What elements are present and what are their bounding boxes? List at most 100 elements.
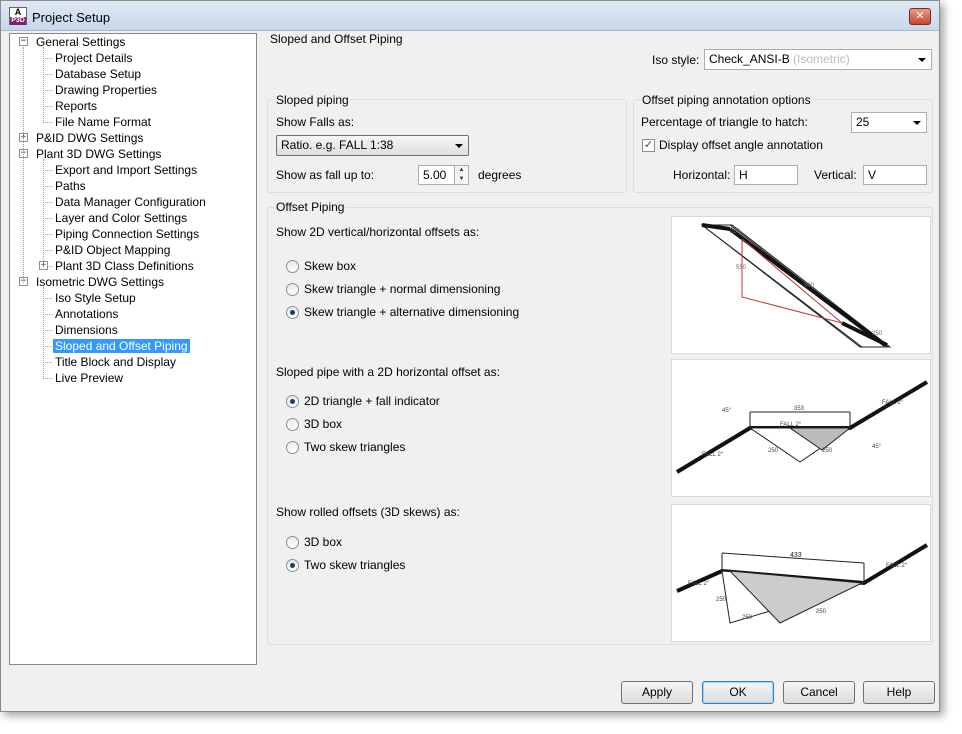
tree-item[interactable]: Sloped and Offset Piping: [53, 338, 190, 354]
section1-label: Show 2D vertical/horizontal offsets as:: [276, 225, 480, 239]
tree-item[interactable]: Paths: [53, 178, 88, 194]
tree-item[interactable]: Dimensions: [53, 322, 120, 338]
spin-up-icon[interactable]: ▲: [455, 166, 468, 175]
preview3-label: 250: [716, 597, 727, 603]
preview1-label: 500: [804, 283, 815, 289]
tree-connector: [43, 122, 52, 123]
radio-button[interactable]: [286, 395, 299, 408]
radio-label[interactable]: 3D box: [304, 535, 342, 549]
radio-button[interactable]: [286, 260, 299, 273]
tree-connector: [43, 287, 44, 379]
preview2-label: 250: [822, 448, 833, 454]
tree-item[interactable]: Title Block and Display: [53, 354, 178, 370]
preview3-label: FALL 2°: [886, 563, 908, 569]
spin-down-icon[interactable]: ▼: [455, 175, 468, 184]
window-title: Project Setup: [32, 10, 111, 25]
tree-item[interactable]: Layer and Color Settings: [53, 210, 189, 226]
tree-connector: [43, 74, 52, 75]
preview2-label: FALL 2°: [882, 400, 904, 406]
tree-item[interactable]: Iso Style Setup: [53, 290, 138, 306]
settings-tree[interactable]: General Settings − Project Details Database…: [9, 33, 257, 665]
tree-item[interactable]: Annotations: [53, 306, 120, 322]
fall-up-input[interactable]: 5.00: [418, 165, 456, 185]
preview-2d-triangle: 45° 353 FALL 2° FALL 2° FALL 2° 250 250 …: [671, 359, 931, 497]
tree-connector: [43, 218, 52, 219]
tree-item-label: Title Block and Display: [55, 355, 176, 369]
chevron-down-icon: [455, 144, 463, 148]
hatch-percent-dropdown[interactable]: 25: [851, 112, 927, 133]
tree-item[interactable]: P&ID DWG Settings: [34, 130, 145, 146]
tree-item[interactable]: Project Details: [53, 50, 134, 66]
preview-skew-triangle: 250 550 500 250: [671, 216, 931, 354]
tree-item-label: Reports: [55, 99, 98, 113]
display-angle-checkbox[interactable]: ✓: [642, 139, 655, 152]
tree-item[interactable]: Export and Import Settings: [53, 162, 199, 178]
tree-item-label: Piping Connection Settings: [55, 227, 200, 241]
cancel-button[interactable]: Cancel: [783, 681, 855, 704]
show-falls-dropdown[interactable]: Ratio. e.g. FALL 1:38: [276, 135, 469, 156]
tree-connector: [43, 378, 52, 379]
tree-item[interactable]: Data Manager Configuration: [53, 194, 208, 210]
tree-connector: [43, 362, 52, 363]
radio-button[interactable]: [286, 559, 299, 572]
hatch-percent-label: Percentage of triangle to hatch:: [641, 115, 808, 129]
section3-label: Show rolled offsets (3D skews) as:: [276, 505, 460, 519]
tree-item[interactable]: Live Preview: [53, 370, 125, 386]
radio-button[interactable]: [286, 283, 299, 296]
radio-button[interactable]: [286, 306, 299, 319]
preview2-label: 45°: [722, 408, 732, 414]
tree-item-label: Live Preview: [55, 371, 124, 385]
close-x-icon[interactable]: ✕: [909, 8, 931, 25]
project-setup-dialog: A P3D Project Setup ✕ General Settings − Pr…: [0, 0, 940, 712]
iso-style-dropdown[interactable]: Check_ANSI-B (Isometric): [704, 49, 932, 70]
tree-item[interactable]: Piping Connection Settings: [53, 226, 201, 242]
tree-connector: [43, 159, 44, 267]
tree-item[interactable]: Drawing Properties: [53, 82, 159, 98]
tree-item[interactable]: File Name Format: [53, 114, 153, 130]
help-button[interactable]: Help: [863, 681, 935, 704]
collapse-minus-icon[interactable]: −: [19, 37, 28, 46]
radio-label[interactable]: Two skew triangles: [304, 558, 405, 572]
tree-item[interactable]: Reports: [53, 98, 99, 114]
tree-connector: [23, 47, 24, 283]
tree-connector: [43, 47, 44, 123]
tree-item[interactable]: P&ID Object Mapping: [53, 242, 172, 258]
show-falls-label: Show Falls as:: [276, 115, 355, 129]
radio-button[interactable]: [286, 418, 299, 431]
preview3-label: 433: [790, 552, 802, 559]
tree-connector: [43, 186, 52, 187]
radio-label[interactable]: 2D triangle + fall indicator: [304, 394, 440, 408]
tree-connector: [43, 250, 52, 251]
ok-button[interactable]: OK: [702, 681, 774, 704]
offset-piping-title: Offset Piping: [275, 200, 346, 214]
tree-item[interactable]: Plant 3D DWG Settings: [34, 146, 163, 162]
hatch-percent-value: 25: [856, 115, 870, 129]
tree-connector: [43, 234, 52, 235]
radio-label[interactable]: Skew triangle + normal dimensioning: [304, 282, 500, 296]
horizontal-input[interactable]: H: [734, 165, 798, 185]
tree-connector: [43, 330, 52, 331]
chevron-down-icon: [918, 58, 926, 62]
radio-button[interactable]: [286, 441, 299, 454]
horizontal-label: Horizontal:: [673, 168, 731, 182]
tree-item-label: General Settings: [36, 35, 126, 49]
apply-button[interactable]: Apply: [621, 681, 693, 704]
annotation-options-title: Offset piping annotation options: [641, 93, 812, 107]
tree-item[interactable]: Isometric DWG Settings: [34, 274, 166, 290]
title-bar[interactable]: A P3D Project Setup ✕: [1, 1, 939, 31]
tree-item[interactable]: General Settings: [34, 34, 127, 50]
tree-item[interactable]: Database Setup: [53, 66, 143, 82]
tree-item-label: Drawing Properties: [55, 83, 158, 97]
radio-label[interactable]: 3D box: [304, 417, 342, 431]
tree-item-label: Dimensions: [55, 323, 118, 337]
radio-label[interactable]: Skew box: [304, 259, 356, 273]
vertical-input[interactable]: V: [863, 165, 927, 185]
radio-label[interactable]: Two skew triangles: [304, 440, 405, 454]
tree-connector: [43, 202, 52, 203]
preview2-label: 353: [794, 406, 805, 412]
fall-up-spinner[interactable]: ▲ ▼: [454, 165, 469, 185]
tree-item[interactable]: Plant 3D Class Definitions: [53, 258, 196, 274]
radio-label[interactable]: Skew triangle + alternative dimensioning: [304, 305, 519, 319]
radio-button[interactable]: [286, 536, 299, 549]
tree-item-label: Paths: [55, 179, 86, 193]
